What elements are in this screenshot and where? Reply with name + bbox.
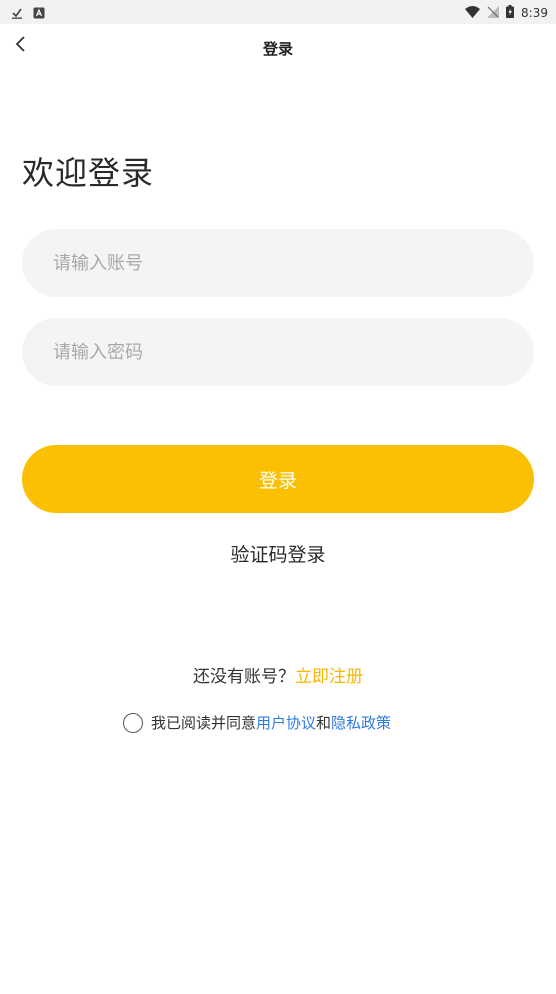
register-prompt: 还没有账号？ [193, 667, 295, 687]
no-signal-icon [487, 3, 500, 22]
password-input[interactable] [22, 318, 534, 386]
welcome-heading: 欢迎登录 [22, 154, 155, 192]
agreement-and: 和 [316, 714, 332, 732]
agreement-text: 我已阅读并同意 [151, 714, 257, 732]
app-notification-icon [33, 4, 45, 23]
privacy-policy-link[interactable]: 隐私政策 [331, 712, 391, 733]
verification-code-login-link[interactable]: 验证码登录 [0, 540, 556, 567]
wifi-icon [465, 3, 481, 22]
account-input[interactable] [22, 229, 534, 297]
user-agreement-link[interactable]: 用户协议 [256, 712, 316, 733]
status-right: 8:39 [465, 3, 548, 22]
register-row: 还没有账号？立即注册 [0, 662, 556, 687]
page-title: 登录 [262, 40, 293, 58]
nav-bar: 登录 [0, 24, 556, 72]
register-link[interactable]: 立即注册 [295, 667, 363, 687]
battery-icon [506, 3, 515, 22]
login-button[interactable]: 登录 [22, 445, 534, 513]
agreement-row: 我已阅读并同意 用户协议和隐私政策 [123, 712, 391, 733]
status-time: 8:39 [521, 5, 548, 20]
status-left [11, 4, 45, 23]
download-done-icon [11, 4, 23, 23]
agreement-checkbox[interactable] [123, 712, 143, 733]
status-bar: 8:39 [0, 0, 556, 24]
